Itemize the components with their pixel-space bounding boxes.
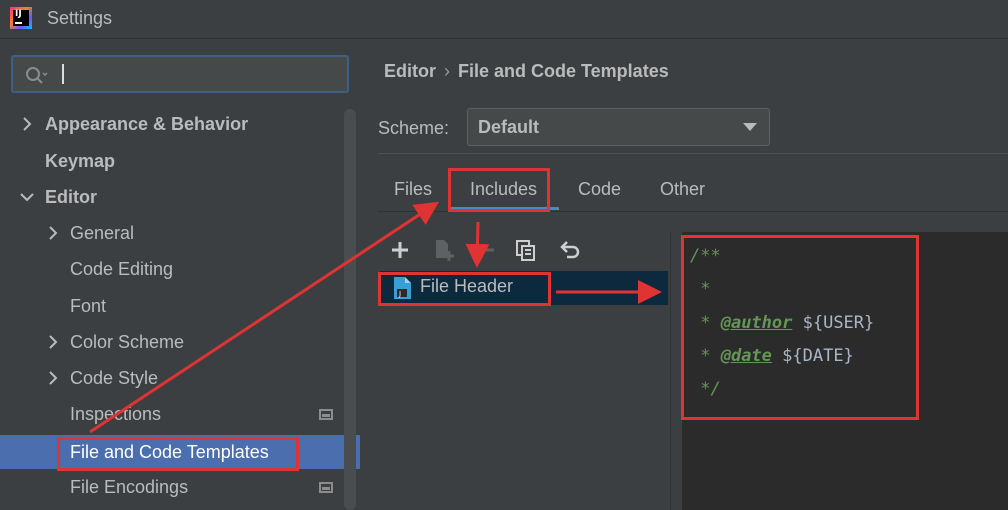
sidebar-item-label: Code Editing [70,259,174,279]
template-list-panel: J File Header [378,232,671,510]
breadcrumb: Editor › File and Code Templates [384,61,669,82]
chevron-down-icon[interactable] [20,190,34,204]
sidebar-item-label: Color Scheme [70,332,185,352]
list-item-label: File Header [420,276,514,296]
templates-content: J File Header /** * * @author ${USER} * … [378,212,1008,510]
sidebar-item-file-encodings[interactable]: File Encodings [0,470,340,504]
app-icon-text: IJ [15,9,22,19]
sidebar-item-file-and-code-templates[interactable]: File and Code Templates [0,435,340,469]
code-line: * @date ${DATE} [690,346,854,366]
window-title: Settings [47,8,113,28]
code-line: /** [690,246,721,266]
search-icon [26,67,48,84]
chevron-right-icon[interactable] [46,371,60,385]
sidebar-scrollbar[interactable] [344,109,356,510]
sidebar-item-keymap[interactable]: Keymap [0,144,340,178]
dropdown-arrow-icon [743,123,757,131]
sidebar-item-label: Keymap [45,151,116,171]
settings-content: Editor › File and Code Templates Scheme: D… [360,39,1008,510]
breadcrumb-parent[interactable]: Editor [384,61,436,81]
sidebar-item-inspections[interactable]: Inspections [0,397,340,431]
sidebar-item-label: Editor [45,187,97,207]
chevron-right-icon[interactable] [46,335,60,349]
breadcrumb-separator: › [444,61,450,81]
copy-template-icon[interactable] [432,238,456,262]
tab-files[interactable]: Files [394,179,432,200]
sidebar-item-label: Inspections [70,404,162,424]
divider [378,153,1008,154]
undo-icon[interactable] [558,238,582,262]
intellij-idea-icon: IJ [10,7,32,29]
tab-other[interactable]: Other [660,179,705,200]
minus-icon[interactable] [474,238,498,262]
sidebar-item-label: Appearance & Behavior [45,114,249,134]
sidebar-item-label: Font [70,296,107,316]
sidebar-item-label: General [70,223,135,243]
scheme-label: Scheme: [378,118,450,138]
sidebar-item-label: File Encodings [70,477,189,497]
tab-code[interactable]: Code [578,179,621,200]
chevron-right-icon[interactable] [46,226,60,240]
sidebar-item-editor[interactable]: Editor [0,180,340,214]
scheme-dropdown[interactable]: Default [467,108,770,146]
sidebar-item-color-scheme[interactable]: Color Scheme [0,325,340,359]
project-settings-icon [319,482,333,493]
code-line: */ [690,379,721,399]
sidebar-item-code-style[interactable]: Code Style [0,361,340,395]
plus-icon[interactable] [388,238,412,262]
sidebar-item-code-editing[interactable]: Code Editing [0,252,340,286]
sidebar-item-label: File and Code Templates [70,442,269,462]
sidebar-item-font[interactable]: Font [0,289,340,323]
active-tab-indicator [449,207,559,210]
sidebar-item-general[interactable]: General [0,216,340,250]
sidebar-item-label: Code Style [70,368,159,388]
search-input[interactable] [11,55,349,93]
svg-text:J: J [398,290,401,298]
title-bar: IJ Settings [0,0,1008,39]
list-item-file-header[interactable]: J File Header [380,271,668,305]
project-settings-icon [319,409,333,420]
template-editor[interactable]: /** * * @author ${USER} * @date ${DATE} … [682,232,1008,510]
settings-sidebar: Appearance & Behavior Keymap Editor Gene… [0,39,360,510]
text-caret [62,64,64,84]
scheme-value: Default [478,117,540,137]
code-line: * [690,279,711,299]
sidebar-item-appearance-behavior[interactable]: Appearance & Behavior [0,107,340,141]
template-file-icon: J [394,277,411,299]
chevron-right-icon[interactable] [20,117,34,131]
code-line: * @author ${USER} [690,313,875,333]
duplicate-icon[interactable] [514,238,538,262]
tab-includes[interactable]: Includes [470,179,537,200]
breadcrumb-current: File and Code Templates [458,61,669,81]
